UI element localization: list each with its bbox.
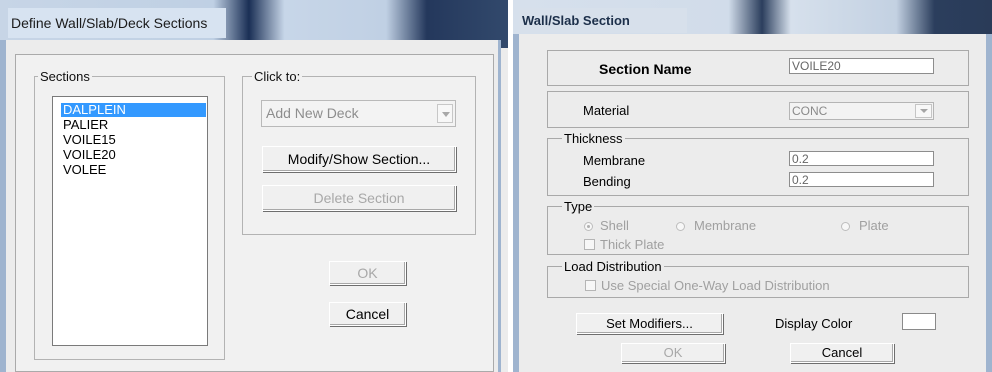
load-distribution-legend: Load Distribution	[562, 259, 664, 274]
section-name-label: Section Name	[599, 61, 692, 77]
material-label: Material	[583, 103, 630, 118]
membrane-thickness-input[interactable]: 0.2	[789, 151, 934, 166]
click-to-group-label: Click to:	[252, 69, 303, 84]
sections-list[interactable]: DALPLEIN PALIER VOILE15 VOILE20 VOLEE	[52, 96, 208, 346]
membrane-type-label: Membrane	[694, 218, 757, 233]
thickness-legend: Thickness	[562, 131, 625, 146]
type-legend: Type	[562, 199, 595, 214]
dialog-title: Wall/Slab Section	[519, 8, 687, 33]
set-modifiers-button[interactable]: Set Modifiers...	[576, 313, 723, 334]
define-sections-dialog: Define Wall/Slab/Deck Sections Sections …	[0, 0, 508, 372]
display-color-label: Display Color	[775, 316, 853, 331]
plate-label: Plate	[859, 218, 889, 233]
shell-radio[interactable]	[584, 222, 593, 231]
wall-slab-section-dialog: Wall/Slab Section Section Name VOILE20 M…	[513, 0, 992, 372]
ok-button[interactable]: OK	[329, 261, 406, 285]
cancel-button[interactable]: Cancel	[790, 343, 894, 363]
bending-label: Bending	[583, 174, 631, 189]
shell-label: Shell	[600, 218, 629, 233]
membrane-radio[interactable]	[676, 222, 685, 231]
one-way-load-checkbox[interactable]	[585, 280, 596, 291]
list-item[interactable]: PALIER	[63, 118, 108, 132]
cancel-button[interactable]: Cancel	[329, 302, 406, 326]
material-value: CONC	[792, 104, 828, 118]
thick-plate-checkbox[interactable]	[584, 239, 595, 250]
list-item[interactable]: VOILE15	[63, 133, 116, 147]
chevron-down-icon[interactable]	[437, 104, 453, 123]
add-section-type-combo[interactable]: Add New Deck	[261, 100, 456, 127]
delete-section-button[interactable]: Delete Section	[262, 185, 456, 211]
chevron-down-icon[interactable]	[915, 104, 932, 118]
one-way-load-label: Use Special One-Way Load Distribution	[601, 278, 830, 293]
list-item[interactable]: VOLEE	[63, 163, 106, 177]
material-select[interactable]: CONC	[789, 102, 934, 120]
plate-radio[interactable]	[841, 222, 850, 231]
ok-button[interactable]: OK	[621, 343, 725, 363]
modify-show-section-button[interactable]: Modify/Show Section...	[262, 146, 456, 172]
section-name-input[interactable]: VOILE20	[789, 58, 934, 74]
membrane-label: Membrane	[583, 153, 646, 168]
list-item[interactable]: DALPLEIN	[61, 103, 206, 117]
bending-thickness-input[interactable]: 0.2	[789, 172, 934, 187]
sections-group-label: Sections	[38, 69, 92, 84]
dialog-title: Define Wall/Slab/Deck Sections	[8, 8, 226, 38]
list-item[interactable]: VOILE20	[63, 148, 116, 162]
thick-plate-label: Thick Plate	[600, 237, 665, 252]
display-color-swatch[interactable]	[902, 313, 936, 330]
combo-value: Add New Deck	[266, 105, 359, 121]
